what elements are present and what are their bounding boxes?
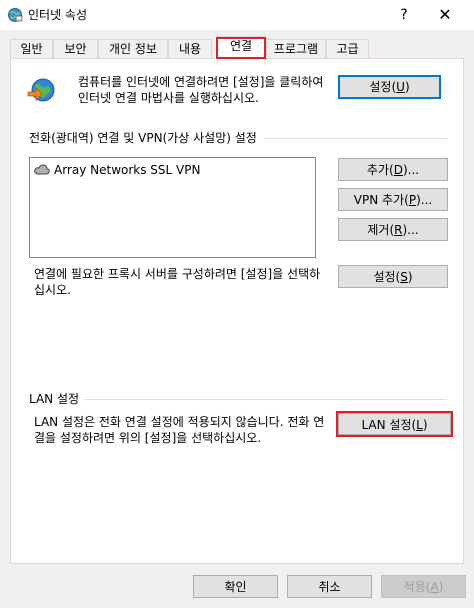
settings-button-mnemonic: S xyxy=(400,270,408,284)
add-button-mnemonic: D xyxy=(393,163,403,177)
tab-privacy[interactable]: 개인 정보 xyxy=(98,39,168,59)
help-button[interactable]: ? xyxy=(392,3,416,27)
lan-section-label: LAN 설정 xyxy=(29,392,86,406)
settings-button-label: 설정 xyxy=(373,270,396,284)
dialog-footer: 확인 취소 적용(A) xyxy=(0,564,474,608)
add-vpn-button[interactable]: VPN 추가(P)... xyxy=(338,188,448,211)
tab-advanced[interactable]: 고급 xyxy=(326,39,369,59)
dialup-section-label: 전화(광대역) 연결 및 VPN(가상 사설망) 설정 xyxy=(29,131,263,145)
ok-button[interactable]: 확인 xyxy=(193,575,278,598)
tab-content[interactable]: 내용 xyxy=(168,39,212,59)
connection-label: Array Networks SSL VPN xyxy=(54,163,201,177)
setup-button-label: 설정 xyxy=(369,80,392,94)
apply-button-label: 적용 xyxy=(403,580,426,594)
tab-security[interactable]: 보안 xyxy=(53,39,98,59)
tab-programs[interactable]: 프로그램 xyxy=(266,39,326,59)
lan-description: LAN 설정은 전화 연결 설정에 적용되지 않습니다. 전화 연결을 설정하려… xyxy=(34,415,325,445)
add-vpn-button-mnemonic: P xyxy=(408,193,417,207)
connection-wizard-globe-icon xyxy=(27,78,55,102)
cancel-button[interactable]: 취소 xyxy=(287,575,372,598)
lan-section-divider xyxy=(29,399,447,400)
connection-settings-button[interactable]: 설정(S) xyxy=(338,265,448,288)
add-connection-button[interactable]: 추가(D)... xyxy=(338,158,448,181)
add-button-label: 추가 xyxy=(366,163,389,177)
apply-button: 적용(A) xyxy=(381,575,466,598)
remove-button-mnemonic: R xyxy=(394,223,403,237)
add-vpn-button-ellipsis: ... xyxy=(420,193,433,207)
tab-general[interactable]: 일반 xyxy=(10,39,53,59)
internet-properties-dialog: 인터넷 속성 ? ✕ 일반 보안 개인 정보 내용 연결 프로그램 고급 컴퓨터… xyxy=(0,0,474,608)
tab-highlight-box xyxy=(216,37,266,59)
add-button-ellipsis: ... xyxy=(407,163,420,177)
setup-button[interactable]: 설정(U) xyxy=(338,75,441,99)
close-button[interactable]: ✕ xyxy=(430,3,460,27)
setup-button-mnemonic: U xyxy=(396,80,405,94)
internet-options-icon xyxy=(8,8,23,22)
title-bar: 인터넷 속성 ? ✕ xyxy=(0,0,474,30)
network-connection-icon xyxy=(34,164,50,175)
lan-settings-highlight-box xyxy=(336,411,453,437)
connection-list[interactable]: Array Networks SSL VPN xyxy=(29,157,316,258)
add-vpn-button-label: VPN 추가 xyxy=(353,193,405,207)
remove-button-label: 제거 xyxy=(367,223,390,237)
proxy-description: 연결에 필요한 프록시 서버를 구성하려면 [설정]을 선택하십시오. xyxy=(34,267,321,297)
remove-button-ellipsis: ... xyxy=(407,223,419,237)
window-title: 인터넷 속성 xyxy=(28,8,88,22)
remove-connection-button[interactable]: 제거(R)... xyxy=(338,218,448,241)
apply-button-mnemonic: A xyxy=(430,580,439,594)
setup-description: 컴퓨터를 인터넷에 연결하려면 [설정]을 클릭하여 인터넷 연결 마법사를 실… xyxy=(78,75,324,105)
